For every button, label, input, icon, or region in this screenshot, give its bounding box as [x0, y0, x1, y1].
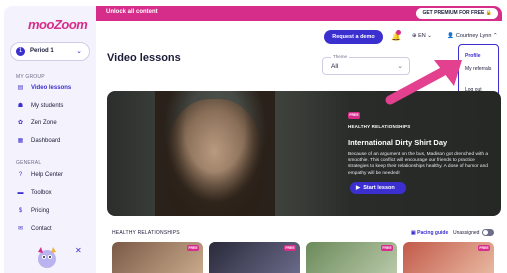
notification-badge — [396, 30, 401, 35]
sidebar-item-label: Dashboard — [31, 138, 61, 144]
chevron-down-icon: ⌄ — [76, 48, 82, 55]
period-icon: 1 — [16, 47, 25, 56]
close-icon[interactable]: ✕ — [75, 246, 82, 255]
unassigned-toggle[interactable] — [482, 229, 494, 236]
sidebar: mooZoom 1 Period 1 ⌄ MY GROUP ▤ Video le… — [4, 6, 96, 273]
featured-lesson-hero[interactable]: FREE HEALTHY RELATIONSHIPS International… — [107, 91, 501, 216]
free-badge: FREE — [381, 245, 393, 251]
get-premium-button[interactable]: GET PREMIUM FOR FREE 🔒 — [416, 8, 498, 19]
free-badge: FREE — [478, 245, 490, 251]
sidebar-item-dashboard[interactable]: ▦ Dashboard — [14, 136, 92, 148]
user-name: Courtney Lynn — [455, 33, 492, 39]
sidebar-item-label: My students — [31, 103, 64, 109]
sidebar-item-video-lessons[interactable]: ▤ Video lessons — [14, 83, 92, 95]
period-label: Period 1 — [30, 48, 54, 54]
film-icon: ▤ — [17, 85, 24, 91]
unassigned-label: Unassigned — [453, 230, 480, 236]
period-selector[interactable]: 1 Period 1 ⌄ — [10, 42, 90, 61]
sidebar-item-toolbox[interactable]: ▬ Toolbox — [14, 188, 92, 200]
theme-legend: Theme — [331, 54, 350, 59]
sidebar-item-pricing[interactable]: $ Pricing — [14, 206, 92, 218]
pacing-guide-link[interactable]: ▣ Pacing guide — [411, 230, 448, 236]
lesson-thumbnail[interactable]: FREE — [403, 242, 494, 273]
theme-value: All — [331, 63, 339, 70]
row-label: HEALTHY RELATIONSHIPS — [112, 230, 180, 236]
free-badge: FREE — [284, 245, 296, 251]
menu-item-profile[interactable]: Profile — [465, 53, 481, 59]
hero-title: International Dirty Shirt Day — [348, 138, 448, 147]
play-icon: ▶ — [356, 185, 361, 191]
language-selector[interactable]: ⊕ EN ⌄ — [412, 33, 432, 39]
mail-icon: ✉ — [17, 226, 24, 232]
zen-icon: ✿ — [17, 120, 24, 126]
my-group-label: MY GROUP — [16, 74, 45, 80]
user-icon: 👤 — [447, 33, 454, 39]
moozoom-logo[interactable]: mooZoom — [28, 17, 88, 32]
unlock-banner: Unlock all content GET PREMIUM FOR FREE … — [92, 6, 502, 21]
sidebar-item-label: Contact — [31, 226, 52, 232]
start-lesson-button[interactable]: ▶ Start lesson — [350, 182, 406, 194]
sidebar-item-my-students[interactable]: ☗ My students — [14, 101, 92, 113]
request-demo-button[interactable]: Request a demo — [324, 30, 383, 44]
pacing-guide-label: Pacing guide — [417, 230, 449, 236]
sidebar-item-label: Help Center — [31, 172, 64, 178]
pricing-icon: $ — [18, 208, 23, 214]
sidebar-item-help-center[interactable]: ? Help Center — [14, 170, 92, 182]
sidebar-item-label: Video lessons — [31, 85, 72, 91]
banner-text: Unlock all content — [106, 9, 158, 15]
sidebar-item-zen-zone[interactable]: ✿ Zen Zone — [14, 118, 92, 130]
user-menu[interactable]: 👤 Courtney Lynn ⌃ — [447, 33, 498, 39]
pointer-arrow-annotation — [385, 60, 462, 105]
students-icon: ☗ — [17, 103, 24, 109]
hero-category: HEALTHY RELATIONSHIPS — [348, 124, 411, 129]
start-lesson-label: Start lesson — [363, 185, 395, 191]
toolbox-icon: ▬ — [17, 190, 24, 196]
free-badge: FREE — [348, 112, 360, 119]
sidebar-item-label: Toolbox — [31, 190, 52, 196]
lesson-thumbnail[interactable]: FREE — [209, 242, 300, 273]
hero-image-shade — [155, 91, 275, 216]
help-icon: ? — [18, 172, 23, 178]
dashboard-icon: ▦ — [17, 138, 24, 144]
sidebar-item-contact[interactable]: ✉ Contact — [14, 224, 92, 236]
carousel-dots[interactable] — [301, 207, 319, 216]
sidebar-item-label: Pricing — [31, 208, 50, 214]
menu-item-my-referrals[interactable]: My referrals — [465, 66, 491, 72]
hero-description: Because of an argument on the bus, Madis… — [348, 152, 488, 176]
mascot-illustration — [38, 247, 56, 268]
page-title: Video lessons — [107, 52, 181, 64]
sidebar-item-label: Zen Zone — [31, 120, 57, 126]
lesson-thumbnail[interactable]: FREE — [112, 242, 203, 273]
chevron-up-icon: ⌃ — [492, 33, 498, 39]
general-label: GENERAL — [16, 160, 42, 166]
free-badge: FREE — [187, 245, 199, 251]
lesson-thumbnail[interactable]: FREE — [306, 242, 397, 273]
